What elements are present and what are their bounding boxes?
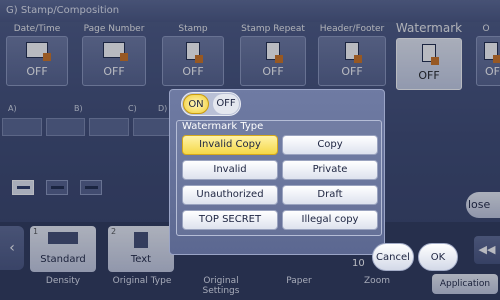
option-private[interactable]: Private bbox=[282, 160, 378, 180]
option-draft[interactable]: Draft bbox=[282, 185, 378, 205]
watermark-type-title: Watermark Type bbox=[182, 121, 264, 132]
option-invalid-copy[interactable]: Invalid Copy bbox=[182, 135, 278, 155]
option-unauthorized[interactable]: Unauthorized bbox=[182, 185, 278, 205]
cancel-button[interactable]: Cancel bbox=[372, 243, 414, 271]
option-top-secret[interactable]: TOP SECRET bbox=[182, 210, 278, 230]
option-invalid[interactable]: Invalid bbox=[182, 160, 278, 180]
on-off-toggle[interactable]: ON OFF bbox=[181, 92, 241, 116]
on-button[interactable]: ON bbox=[183, 94, 209, 114]
copy-screen: G) Stamp/Composition Date/Time OFF Page … bbox=[0, 0, 500, 300]
off-button[interactable]: OFF bbox=[213, 94, 239, 114]
ok-button[interactable]: OK bbox=[418, 243, 458, 271]
option-illegal-copy[interactable]: Illegal copy bbox=[282, 210, 378, 230]
option-copy[interactable]: Copy bbox=[282, 135, 378, 155]
